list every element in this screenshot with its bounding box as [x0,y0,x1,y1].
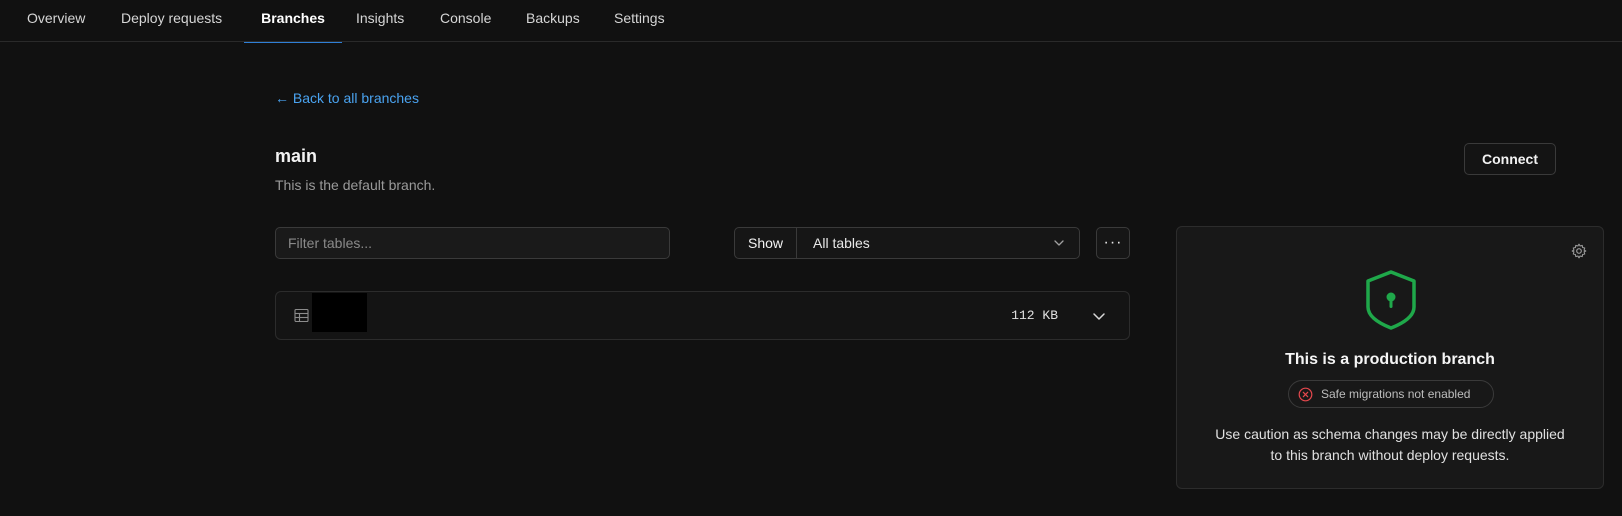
production-branch-description: Use caution as schema changes may be dir… [1195,424,1585,466]
table-icon [294,308,309,323]
show-selected-value: All tables [813,235,870,251]
expand-row-button[interactable] [1089,306,1109,326]
top-nav: Overview Deploy requests Branches Insigh… [0,0,1622,43]
tab-console[interactable]: Console [424,0,507,42]
table-name-redacted [312,293,367,332]
chevron-down-icon [1054,240,1064,246]
table-size: 112 KB [1011,308,1058,323]
branch-description: This is the default branch. [275,177,436,193]
show-label: Show [735,228,797,258]
show-select[interactable]: All tables [797,228,1079,258]
safe-migrations-badge: Safe migrations not enabled [1288,380,1494,408]
tab-insights[interactable]: Insights [340,0,420,42]
filter-tables-input[interactable] [275,227,670,259]
production-description-line-1: Use caution as schema changes may be dir… [1215,426,1565,442]
production-branch-title: This is a production branch [1285,351,1495,368]
x-circle-icon [1298,387,1313,401]
show-filter: Show All tables [734,227,1080,259]
branch-title: main [275,146,318,166]
connect-button[interactable]: Connect [1464,143,1556,175]
tab-settings[interactable]: Settings [598,0,681,42]
production-description-line-2: to this branch without deploy requests. [1270,447,1510,463]
shield-icon [1366,270,1416,330]
back-to-branches-link[interactable]: ← Back to all branches [275,90,419,106]
chevron-down-icon [1093,313,1105,320]
table-row[interactable]: 112 KB [275,291,1130,340]
tab-overview[interactable]: Overview [11,0,101,42]
gear-icon[interactable] [1571,243,1587,259]
tab-branches[interactable]: Branches [244,0,342,43]
safe-migrations-text: Safe migrations not enabled [1321,387,1471,401]
tab-deploy-requests[interactable]: Deploy requests [105,0,238,42]
production-branch-card: This is a production branch Safe migrati… [1176,226,1604,489]
more-options-button[interactable]: ··· [1096,227,1130,259]
tab-backups[interactable]: Backups [510,0,596,42]
